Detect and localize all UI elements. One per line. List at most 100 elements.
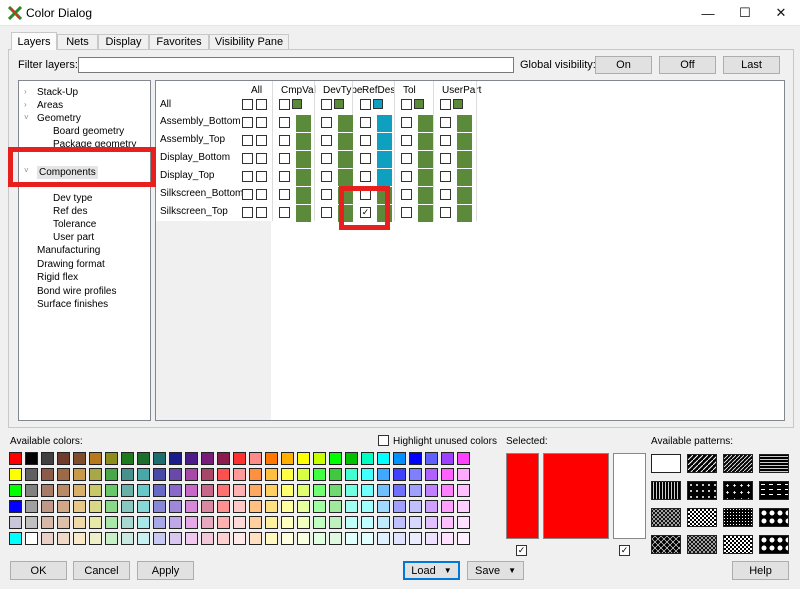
tree-item[interactable]: Rigid flex (37, 272, 78, 283)
palette-swatch[interactable] (153, 484, 166, 497)
layer-visibility-checkbox[interactable] (440, 117, 451, 128)
palette-swatch[interactable] (73, 516, 86, 529)
layer-color-swatch[interactable] (296, 133, 311, 150)
palette-swatch[interactable] (297, 500, 310, 513)
column-all-checkbox[interactable] (401, 99, 412, 110)
selected-color-3[interactable] (613, 453, 646, 539)
column-color-swatch[interactable] (334, 99, 344, 109)
palette-swatch[interactable] (185, 484, 198, 497)
tree-item[interactable]: Stack-Up (37, 87, 78, 98)
help-button[interactable]: Help (732, 561, 789, 580)
tree-item[interactable]: Areas (37, 100, 63, 111)
minimize-button[interactable]: — (690, 0, 726, 26)
palette-swatch[interactable] (361, 452, 374, 465)
palette-swatch[interactable] (41, 500, 54, 513)
palette-swatch[interactable] (73, 468, 86, 481)
palette-swatch[interactable] (249, 532, 262, 545)
palette-swatch[interactable] (249, 484, 262, 497)
layer-color-swatch[interactable] (296, 151, 311, 168)
palette-swatch[interactable] (361, 500, 374, 513)
visibility-last-button[interactable]: Last (723, 56, 780, 74)
palette-swatch[interactable] (121, 532, 134, 545)
tree-item[interactable]: Geometry (37, 113, 81, 124)
palette-swatch[interactable] (425, 500, 438, 513)
palette-swatch[interactable] (9, 452, 22, 465)
palette-swatch[interactable] (137, 532, 150, 545)
palette-swatch[interactable] (313, 484, 326, 497)
row-all-checkbox[interactable] (242, 171, 253, 182)
palette-swatch[interactable] (457, 500, 470, 513)
palette-swatch[interactable] (393, 532, 406, 545)
palette-swatch[interactable] (441, 500, 454, 513)
palette-swatch[interactable] (249, 500, 262, 513)
palette-swatch[interactable] (297, 484, 310, 497)
load-button[interactable]: Load ▼ (403, 561, 460, 580)
maximize-button[interactable]: ☐ (727, 0, 763, 26)
tree-expander-icon[interactable]: ˅ (24, 113, 29, 122)
palette-swatch[interactable] (201, 516, 214, 529)
pattern-swatch[interactable] (651, 535, 681, 554)
tree-expander-icon[interactable]: › (24, 100, 27, 109)
palette-swatch[interactable] (441, 532, 454, 545)
column-all-checkbox[interactable] (279, 99, 290, 110)
palette-swatch[interactable] (89, 516, 102, 529)
palette-swatch[interactable] (57, 532, 70, 545)
tree-item[interactable]: Manufacturing (37, 245, 100, 256)
palette-swatch[interactable] (297, 452, 310, 465)
layer-visibility-checkbox[interactable] (321, 207, 332, 218)
palette-swatch[interactable] (345, 500, 358, 513)
palette-swatch[interactable] (169, 532, 182, 545)
tree-item[interactable]: Ref des (53, 206, 87, 217)
layer-color-swatch[interactable] (377, 115, 392, 132)
palette-swatch[interactable] (217, 500, 230, 513)
palette-swatch[interactable] (201, 452, 214, 465)
layer-color-swatch[interactable] (418, 187, 433, 204)
layer-visibility-checkbox[interactable] (279, 135, 290, 146)
layer-color-swatch[interactable] (457, 169, 472, 186)
layer-color-swatch[interactable] (338, 169, 353, 186)
palette-swatch[interactable] (281, 516, 294, 529)
row-all-checkbox[interactable] (256, 117, 267, 128)
palette-swatch[interactable] (153, 500, 166, 513)
row-all-checkbox[interactable] (242, 135, 253, 146)
palette-swatch[interactable] (217, 516, 230, 529)
palette-swatch[interactable] (265, 484, 278, 497)
palette-swatch[interactable] (361, 516, 374, 529)
palette-swatch[interactable] (9, 516, 22, 529)
layer-visibility-checkbox[interactable] (321, 153, 332, 164)
palette-swatch[interactable] (233, 452, 246, 465)
selected-checkbox-2[interactable]: ✓ (619, 545, 630, 556)
palette-swatch[interactable] (265, 468, 278, 481)
palette-swatch[interactable] (313, 468, 326, 481)
visibility-off-button[interactable]: Off (659, 56, 716, 74)
tab-layers[interactable]: Layers (11, 32, 57, 50)
tree-item[interactable]: User part (53, 232, 94, 243)
layer-tree[interactable]: › Stack-Up › Areas ˅ Geometry Board geometry Pa… (18, 80, 151, 421)
palette-swatch[interactable] (361, 468, 374, 481)
palette-swatch[interactable] (201, 500, 214, 513)
palette-swatch[interactable] (345, 452, 358, 465)
palette-swatch[interactable] (25, 452, 38, 465)
palette-swatch[interactable] (89, 532, 102, 545)
pattern-swatch[interactable] (723, 454, 753, 473)
palette-swatch[interactable] (409, 500, 422, 513)
palette-swatch[interactable] (105, 532, 118, 545)
palette-swatch[interactable] (329, 516, 342, 529)
palette-swatch[interactable] (185, 500, 198, 513)
palette-swatch[interactable] (169, 468, 182, 481)
palette-swatch[interactable] (201, 484, 214, 497)
palette-swatch[interactable] (105, 500, 118, 513)
palette-swatch[interactable] (281, 452, 294, 465)
palette-swatch[interactable] (121, 516, 134, 529)
layer-visibility-checkbox[interactable] (401, 207, 412, 218)
layer-visibility-checkbox[interactable] (321, 135, 332, 146)
palette-swatch[interactable] (233, 516, 246, 529)
palette-swatch[interactable] (441, 468, 454, 481)
layer-visibility-checkbox[interactable] (401, 171, 412, 182)
palette-swatch[interactable] (393, 468, 406, 481)
palette-swatch[interactable] (9, 484, 22, 497)
layer-color-swatch[interactable] (418, 133, 433, 150)
row-all-checkbox[interactable] (256, 189, 267, 200)
palette-swatch[interactable] (249, 468, 262, 481)
layer-visibility-checkbox[interactable] (360, 135, 371, 146)
